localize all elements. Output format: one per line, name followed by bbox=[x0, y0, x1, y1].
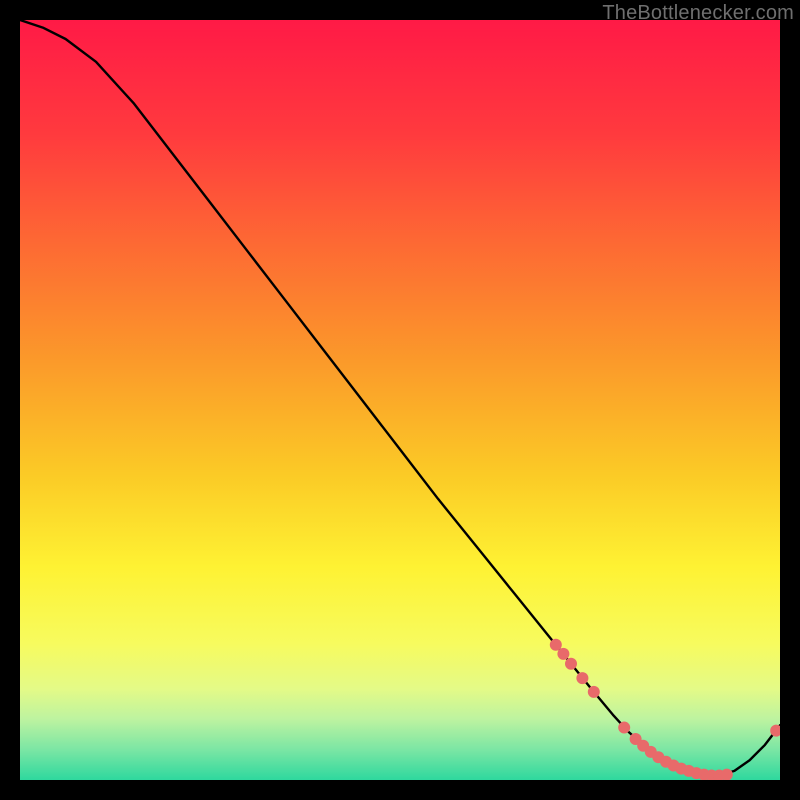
plot-area bbox=[20, 20, 780, 780]
gradient-background bbox=[20, 20, 780, 780]
curve-marker bbox=[588, 686, 600, 698]
bottleneck-curve-chart bbox=[20, 20, 780, 780]
chart-stage: TheBottlenecker.com bbox=[0, 0, 800, 800]
curve-marker bbox=[565, 658, 577, 670]
watermark-text: TheBottlenecker.com bbox=[602, 2, 794, 25]
curve-marker bbox=[557, 648, 569, 660]
curve-marker bbox=[618, 722, 630, 734]
curve-marker bbox=[576, 672, 588, 684]
